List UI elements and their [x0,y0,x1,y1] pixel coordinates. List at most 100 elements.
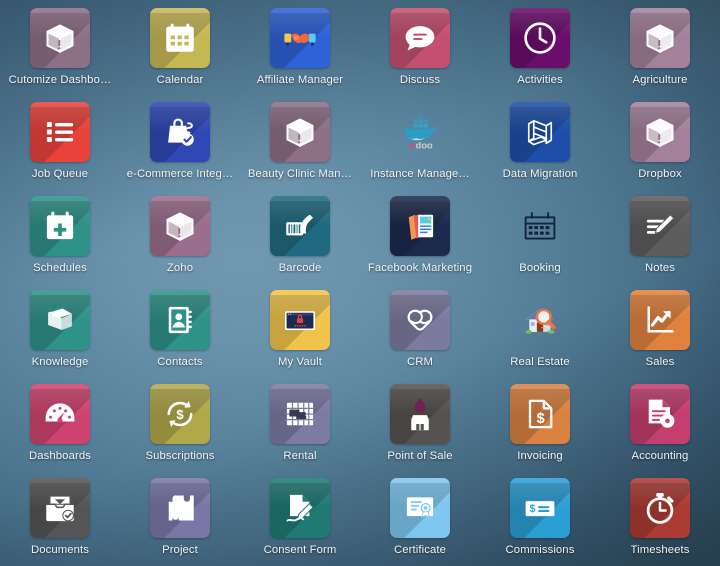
app-icon-booking[interactable]: Booking [480,196,600,290]
clock-icon [520,18,560,58]
app-tile[interactable] [30,478,90,538]
gauge-icon [40,394,80,434]
app-tile[interactable] [510,290,570,350]
app-label: Schedules [33,262,87,274]
app-tile[interactable] [630,102,690,162]
app-icon-real-estate[interactable]: Real Estate [480,290,600,384]
app-icon-rental[interactable]: Rental [240,384,360,478]
calendar-outline-icon [520,206,560,246]
app-tile[interactable]: $ [510,384,570,444]
app-icon-invoicing[interactable]: $ Invoicing [480,384,600,478]
app-label: Agriculture [632,74,688,86]
app-tile[interactable] [510,8,570,68]
app-tile[interactable] [390,290,450,350]
app-tile[interactable] [630,478,690,538]
app-tile[interactable] [270,8,330,68]
app-icon-e-commerce-integ[interactable]: e-Commerce Integ… [120,102,240,196]
app-tile[interactable] [390,8,450,68]
speech-bubble-icon [400,18,440,58]
app-tile[interactable] [30,384,90,444]
app-icon-calendar[interactable]: Calendar [120,8,240,102]
puzzle-piece-icon [160,488,200,528]
app-label: Discuss [399,74,441,86]
app-label: Real Estate [510,356,570,368]
app-tile[interactable] [630,384,690,444]
app-tile[interactable] [150,196,210,256]
app-tile[interactable]: o doo [390,102,450,162]
app-icon-cutomize-dashbo[interactable]: Cutomize Dashbo… [0,8,120,102]
app-tile[interactable] [150,8,210,68]
handshake-icon [400,300,440,340]
handshake-color-icon [280,18,320,58]
app-tile[interactable]: $ [510,478,570,538]
app-icon-consent-form[interactable]: Consent Form [240,478,360,566]
app-tile[interactable] [510,196,570,256]
broken-package-icon [160,206,200,246]
app-icon-discuss[interactable]: Discuss [360,8,480,102]
app-icon-instance-manage[interactable]: o doo Instance Manage… [360,102,480,196]
app-tile[interactable] [630,290,690,350]
app-label: Dashboards [29,450,91,462]
app-icon-job-queue[interactable]: Job Queue [0,102,120,196]
app-label: Facebook Marketing [367,262,473,274]
app-icon-beauty-clinic-man[interactable]: Beauty Clinic Man… [240,102,360,196]
app-icon-facebook-marketing[interactable]: Facebook Marketing [360,196,480,290]
app-label: Beauty Clinic Man… [247,168,353,180]
app-icon-project[interactable]: Project [120,478,240,566]
app-tile[interactable] [150,102,210,162]
app-icon-schedules[interactable]: Schedules [0,196,120,290]
app-icon-dropbox[interactable]: Dropbox [600,102,720,196]
app-icon-knowledge[interactable]: Knowledge [0,290,120,384]
app-label: Dropbox [638,168,682,180]
shopping-bag-check-icon [160,112,200,152]
house-magnifier-icon [520,300,560,340]
app-tile[interactable] [270,384,330,444]
calendar-icon [160,18,200,58]
app-tile[interactable] [510,102,570,162]
app-icon-commissions[interactable]: $ Commissions [480,478,600,566]
app-icon-point-of-sale[interactable]: Point of Sale [360,384,480,478]
app-icon-agriculture[interactable]: Agriculture [600,8,720,102]
app-icon-dashboards[interactable]: Dashboards [0,384,120,478]
app-icon-activities[interactable]: Activities [480,8,600,102]
app-icon-accounting[interactable]: Accounting [600,384,720,478]
app-tile[interactable] [630,196,690,256]
svg-text:$: $ [537,411,545,427]
broken-package-icon [280,112,320,152]
app-icon-crm[interactable]: CRM [360,290,480,384]
app-tile[interactable]: $ [150,384,210,444]
svg-text:o: o [409,140,415,150]
app-icon-my-vault[interactable]: My Vault [240,290,360,384]
app-tile[interactable] [390,384,450,444]
app-tile[interactable] [150,478,210,538]
app-icon-notes[interactable]: Notes [600,196,720,290]
app-tile[interactable] [390,478,450,538]
app-icon-zoho[interactable]: Zoho [120,196,240,290]
chart-arrow-up-icon [640,300,680,340]
app-icon-affiliate-manager[interactable]: Affiliate Manager [240,8,360,102]
app-icon-sales[interactable]: Sales [600,290,720,384]
app-tile[interactable] [270,290,330,350]
app-tile[interactable] [30,290,90,350]
app-icon-data-migration[interactable]: Data Migration [480,102,600,196]
app-tile[interactable] [390,196,450,256]
app-label: Consent Form [263,544,337,556]
app-label: Instance Manage… [370,168,470,180]
app-tile[interactable] [30,8,90,68]
app-tile[interactable] [630,8,690,68]
app-tile[interactable] [270,478,330,538]
app-tile[interactable] [30,102,90,162]
app-tile[interactable] [150,290,210,350]
app-icon-barcode[interactable]: Barcode [240,196,360,290]
app-tile[interactable] [270,196,330,256]
app-icon-subscriptions[interactable]: $ Subscriptions [120,384,240,478]
app-tile[interactable] [30,196,90,256]
password-vault-icon [280,300,320,340]
app-icon-certificate[interactable]: Certificate [360,478,480,566]
app-icon-documents[interactable]: Documents [0,478,120,566]
app-icon-contacts[interactable]: Contacts [120,290,240,384]
document-tray-check-icon [40,488,80,528]
app-label: Barcode [278,262,322,274]
app-icon-timesheets[interactable]: Timesheets [600,478,720,566]
app-tile[interactable] [270,102,330,162]
